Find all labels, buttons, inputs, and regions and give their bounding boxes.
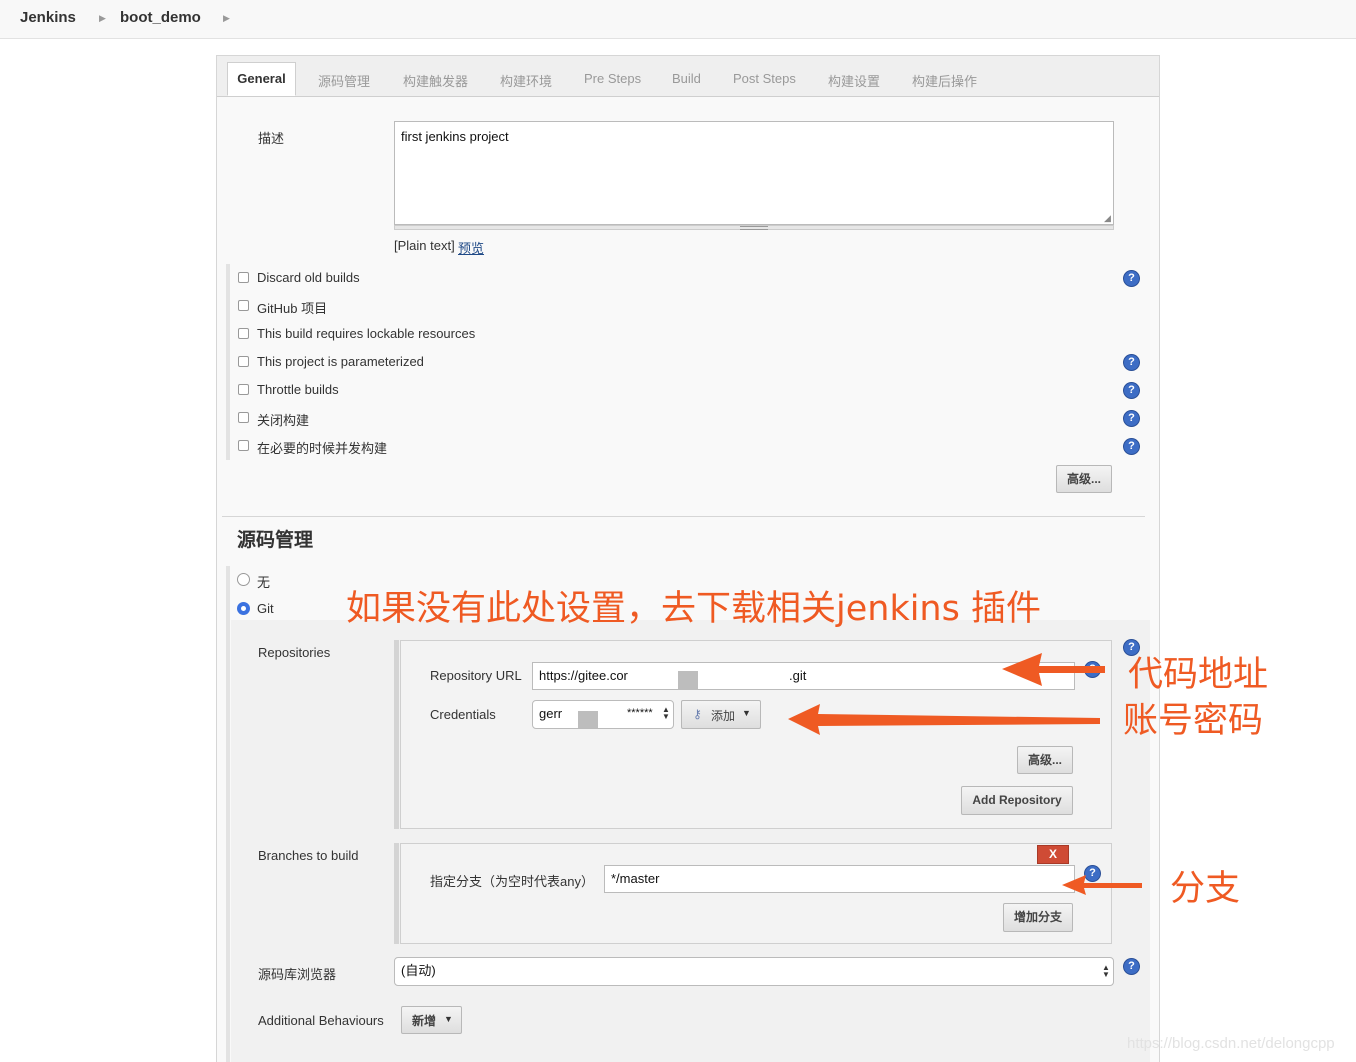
- branches-label: Branches to build: [258, 848, 359, 863]
- github-project-label: GitHub 项目: [257, 301, 328, 316]
- help-icon[interactable]: ?: [1124, 383, 1139, 398]
- concurrent-build-label: 在必要的时候并发构建: [257, 441, 388, 456]
- throttle-builds-label: Throttle builds: [257, 382, 339, 397]
- tab-post-build-actions[interactable]: 构建后操作: [912, 71, 977, 90]
- format-label: [Plain text]: [394, 238, 455, 253]
- redacted-area: [678, 671, 698, 690]
- add-behaviour-label: 新增: [412, 1014, 437, 1028]
- credentials-value: gerr: [539, 706, 563, 721]
- redacted-area: [630, 663, 785, 689]
- breadcrumb-job[interactable]: boot_demo: [120, 9, 201, 26]
- tab-build-environment[interactable]: 构建环境: [500, 71, 552, 90]
- dropdown-caret-icon: ▼: [444, 1014, 453, 1024]
- annotation-arrows: [788, 653, 1105, 735]
- scm-git-radio[interactable]: [237, 602, 250, 615]
- tab-pre-steps[interactable]: Pre Steps: [584, 71, 641, 86]
- branch-annotation: 分支: [1170, 869, 1241, 909]
- preview-link[interactable]: 预览: [458, 238, 484, 257]
- breadcrumb-dropdown-icon[interactable]: ▶: [223, 13, 230, 24]
- advanced-button[interactable]: 高级...: [1056, 465, 1112, 493]
- parameterized-checkbox[interactable]: [238, 356, 249, 367]
- tab-general[interactable]: General: [227, 62, 296, 96]
- delete-branch-button[interactable]: X: [1037, 845, 1069, 864]
- repo-url-label: Repository URL: [430, 668, 522, 683]
- tab-build[interactable]: Build: [672, 71, 701, 86]
- breadcrumb-separator-icon: ▶: [99, 13, 106, 23]
- help-icon[interactable]: ?: [1124, 959, 1139, 974]
- repo-url-value: https://gitee.cor: [539, 668, 628, 683]
- branch-spec-label: 指定分支（为空时代表any）: [430, 874, 594, 889]
- breadcrumb-jenkins[interactable]: Jenkins: [20, 9, 76, 26]
- credentials-annotation: 账号密码: [1123, 701, 1264, 741]
- dropdown-caret-icon: ▼: [742, 708, 751, 718]
- watermark: https://blog.csdn.net/delongcpp: [1127, 1035, 1335, 1052]
- tab-scm[interactable]: 源码管理: [318, 71, 370, 90]
- repo-arrow-icon: [1002, 653, 1105, 686]
- tab-build-settings[interactable]: 构建设置: [828, 71, 880, 90]
- plugin-note-annotation: 如果没有此处设置，去下载相关jenkins 插件: [346, 589, 1041, 629]
- discard-old-builds-checkbox[interactable]: [238, 272, 249, 283]
- branch-spec-input[interactable]: */master: [604, 865, 1075, 893]
- lockable-resources-checkbox[interactable]: [238, 328, 249, 339]
- browser-select[interactable]: (自动): [394, 957, 1114, 986]
- help-icon[interactable]: ?: [1124, 411, 1139, 426]
- scm-none-radio[interactable]: [237, 573, 250, 586]
- resize-handle-icon[interactable]: ◢: [1104, 213, 1111, 224]
- scm-none-label: 无: [257, 575, 271, 590]
- parameterized-label: This project is parameterized: [257, 354, 424, 369]
- help-icon[interactable]: ?: [1124, 439, 1139, 454]
- lockable-resources-label: This build requires lockable resources: [257, 326, 476, 341]
- key-icon: ⚷: [693, 707, 702, 721]
- grip-lines-icon: [740, 226, 768, 230]
- add-repository-button[interactable]: Add Repository: [961, 786, 1073, 815]
- repositories-bar: [394, 640, 399, 829]
- scm-git-label: Git: [257, 601, 274, 616]
- tab-build-triggers[interactable]: 构建触发器: [403, 71, 468, 90]
- behaviours-label: Additional Behaviours: [258, 1013, 384, 1028]
- branches-bar: [394, 843, 399, 944]
- description-textarea[interactable]: first jenkins project: [394, 121, 1114, 225]
- description-label: 描述: [258, 131, 285, 146]
- add-branch-button[interactable]: 增加分支: [1003, 903, 1073, 932]
- options-section-bar: [226, 264, 230, 460]
- help-icon[interactable]: ?: [1124, 271, 1139, 286]
- github-project-checkbox[interactable]: [238, 300, 249, 311]
- scm-section-title: 源码管理: [237, 530, 314, 551]
- scm-section-bar: [226, 566, 230, 1062]
- repositories-label: Repositories: [258, 645, 331, 660]
- disable-build-label: 关闭构建: [257, 413, 310, 428]
- throttle-builds-checkbox[interactable]: [238, 384, 249, 395]
- select-arrows-icon: ▲ ▼: [1102, 963, 1110, 979]
- disable-build-checkbox[interactable]: [238, 412, 249, 423]
- select-arrows-icon: ▲ ▼: [662, 705, 670, 721]
- repo-url-annotation: 代码地址: [1128, 655, 1269, 695]
- credentials-mask: ******: [627, 707, 653, 719]
- tab-post-steps[interactable]: Post Steps: [733, 71, 796, 86]
- credentials-arrow-icon: [788, 704, 1100, 735]
- redacted-area: [578, 711, 598, 728]
- branch-arrow: [1062, 875, 1142, 895]
- section-divider: [222, 516, 1145, 517]
- breadcrumb: [0, 0, 1356, 39]
- browser-label: 源码库浏览器: [258, 967, 337, 982]
- concurrent-build-checkbox[interactable]: [238, 440, 249, 451]
- repo-advanced-button[interactable]: 高级...: [1017, 746, 1073, 774]
- branch-arrow-icon: [1062, 875, 1142, 895]
- discard-old-builds-label: Discard old builds: [257, 270, 360, 285]
- credentials-label: Credentials: [430, 707, 496, 722]
- help-icon[interactable]: ?: [1124, 355, 1139, 370]
- add-credentials-label: 添加: [711, 709, 736, 723]
